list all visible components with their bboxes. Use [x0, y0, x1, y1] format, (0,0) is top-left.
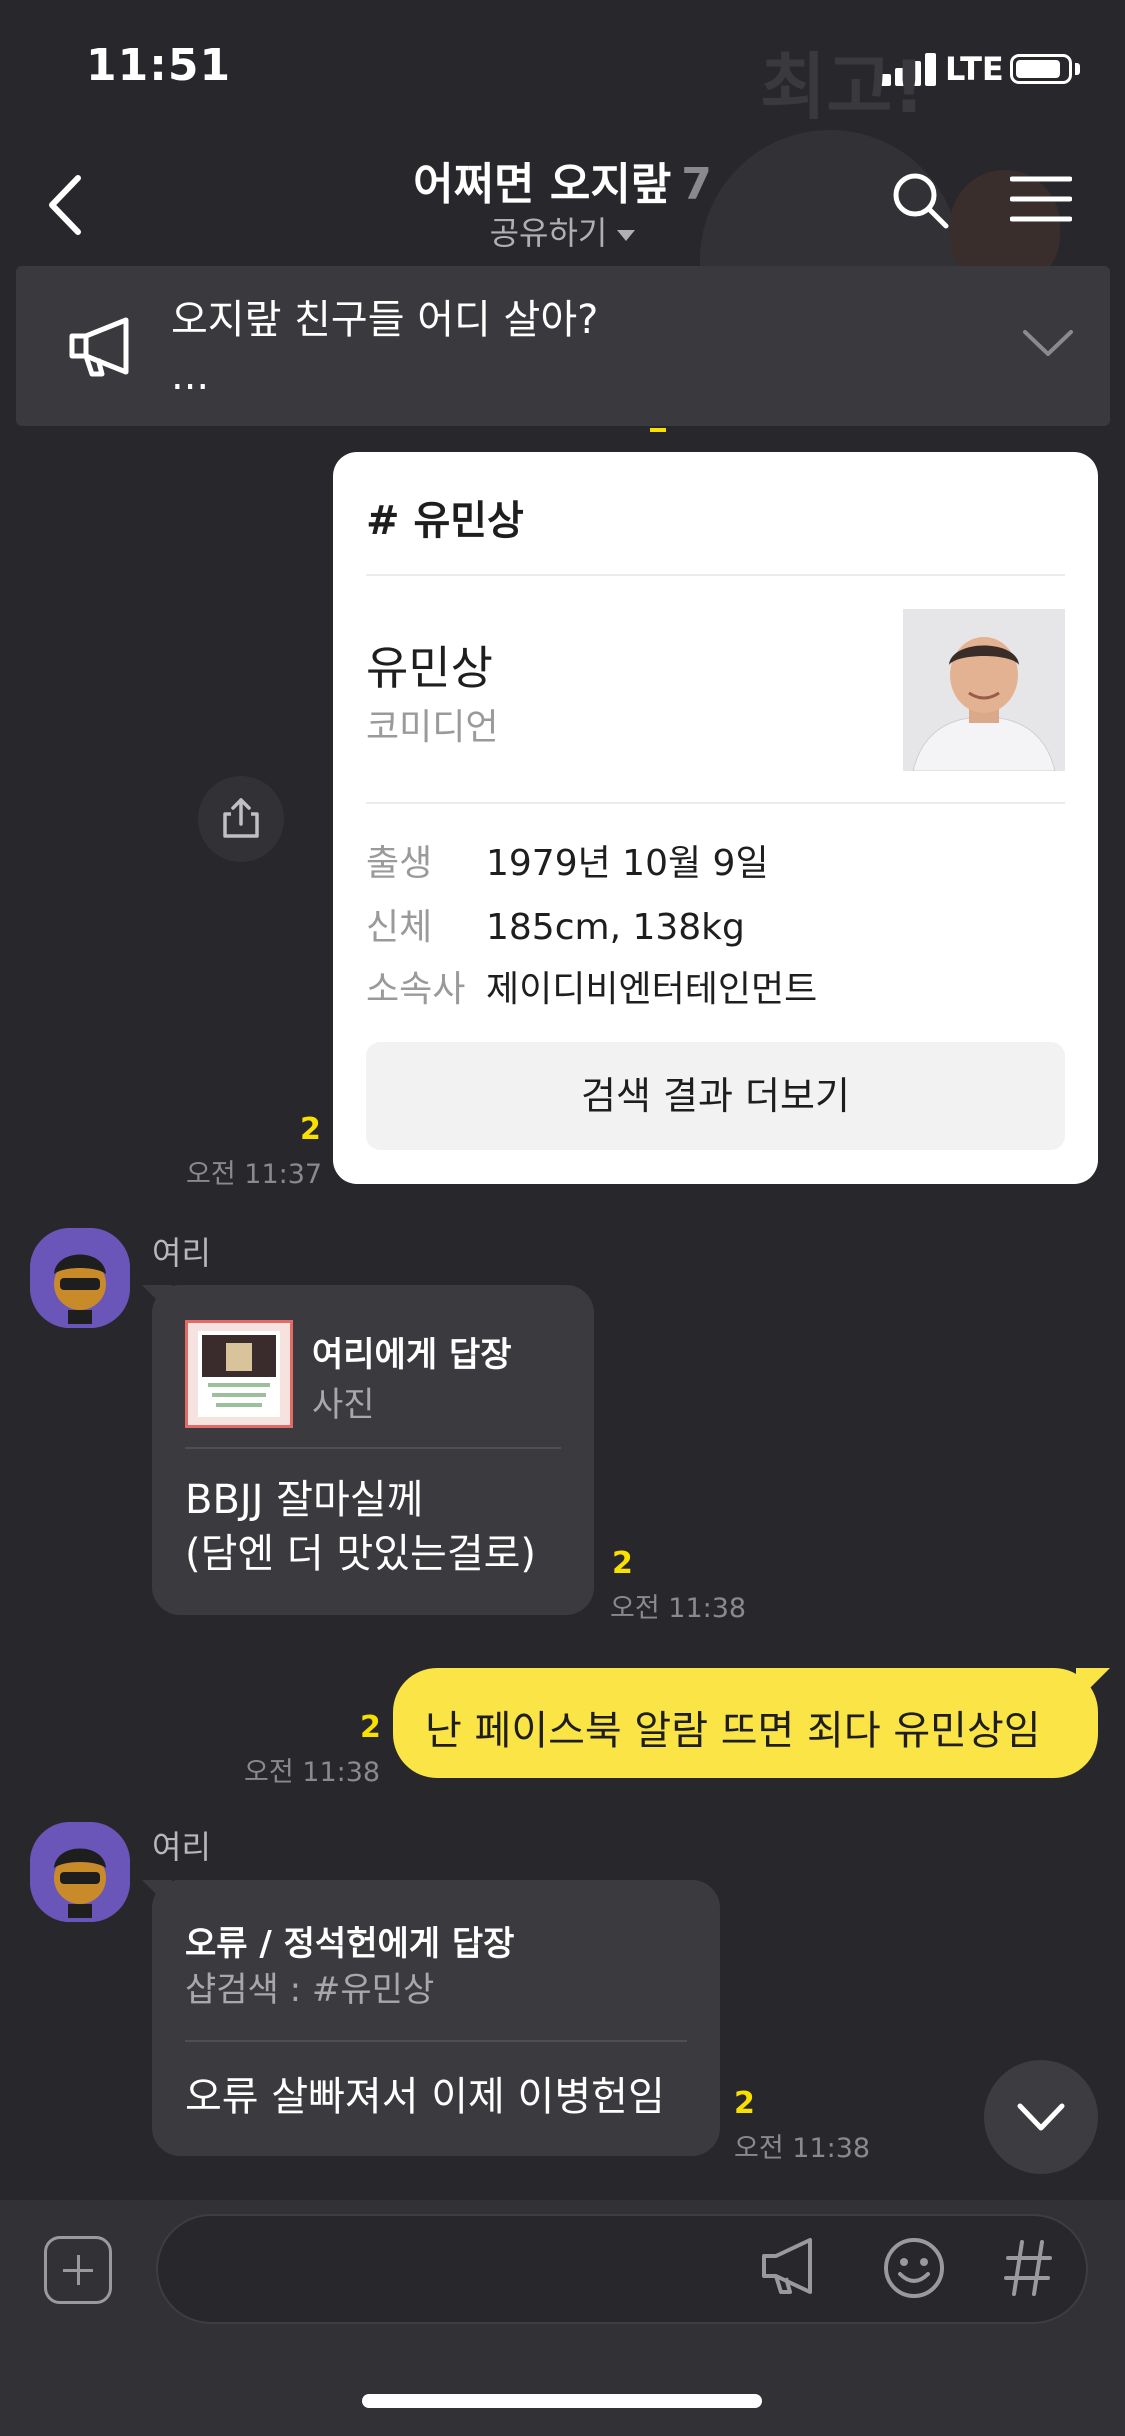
- reply-target-type: 사진: [312, 1385, 375, 1425]
- unread-count: 2: [360, 1710, 381, 1745]
- scroll-to-bottom-button[interactable]: [984, 2060, 1098, 2174]
- battery-tip: [1075, 63, 1080, 75]
- background-watermark-text: 최고!: [760, 45, 926, 129]
- battery-icon: [1010, 54, 1072, 84]
- notice-text: 오지랖 친구들 어디 살아? ...: [171, 292, 598, 404]
- info-value: 제이디비엔터테인먼트: [486, 969, 818, 1010]
- chevron-down-icon: [1017, 2103, 1065, 2131]
- info-key: 출생: [366, 843, 433, 884]
- divider: [185, 1447, 561, 1449]
- message-bubble[interactable]: 여리에게 답장 사진 BBJJ 잘마실께 (담엔 더 맛있는걸로): [142, 1285, 594, 1615]
- megaphone-icon: [69, 317, 129, 377]
- info-key: 소속사: [366, 969, 466, 1010]
- chat-room-name: 어쩌면 오지랖: [413, 159, 672, 210]
- notice-banner[interactable]: 오지랖 친구들 어디 살아? ...: [16, 266, 1110, 426]
- message-text-line: (담엔 더 맛있는걸로): [185, 1531, 537, 1577]
- bubble-tail: [142, 1285, 172, 1315]
- add-attachment-icon[interactable]: [44, 2236, 112, 2304]
- network-type: LTE: [945, 50, 1004, 88]
- sender-name: 여리: [152, 1828, 211, 1866]
- divider: [185, 2040, 687, 2042]
- divider: [366, 802, 1065, 804]
- message-text: BBJJ 잘마실께 (담엔 더 맛있는걸로): [185, 1473, 536, 1581]
- info-value: 1979년 10월 9일: [486, 843, 769, 884]
- message-time: 오전 11:38: [244, 1757, 381, 1788]
- info-key: 신체: [366, 907, 433, 948]
- message-text-line: BBJJ 잘마실께: [185, 1477, 424, 1523]
- message-time: 오전 11:38: [610, 1593, 747, 1624]
- reply-photo-thumbnail: [185, 1320, 293, 1428]
- my-message-bubble[interactable]: 난 페이스북 알람 뜨면 죄다 유민상임: [393, 1668, 1110, 1778]
- person-photo: [903, 609, 1065, 771]
- hashtag-icon[interactable]: [1004, 2238, 1052, 2298]
- caret-down-icon: [617, 229, 636, 241]
- megaphone-icon[interactable]: [758, 2234, 818, 2298]
- search-icon[interactable]: [890, 170, 950, 230]
- status-time: 11:51: [86, 40, 232, 91]
- message-input[interactable]: [156, 2214, 1088, 2324]
- reply-target-title: 여리에게 답장: [312, 1335, 512, 1375]
- notice-line-1: 오지랖 친구들 어디 살아?: [171, 297, 599, 343]
- search-result-card[interactable]: # 유민상 유민상 코미디언 출생 1979년 10월 9일 신체 185cm, 1…: [333, 452, 1098, 1184]
- unread-marker: [650, 428, 666, 432]
- hamburger-menu-icon[interactable]: [1010, 174, 1072, 224]
- chat-header: 어쩌면 오지랖 7 공유하기: [0, 130, 1125, 260]
- chat-title[interactable]: 어쩌면 오지랖 7: [0, 148, 1125, 212]
- share-dropdown[interactable]: 공유하기: [0, 208, 1125, 254]
- unread-count: 2: [734, 2086, 755, 2121]
- share-label: 공유하기: [489, 214, 608, 252]
- info-row-birth: 출생 1979년 10월 9일: [366, 834, 769, 886]
- unread-count: 2: [300, 1112, 321, 1147]
- info-row-body: 신체 185cm, 138kg: [366, 898, 745, 950]
- share-message-button[interactable]: [198, 776, 284, 862]
- info-value: 185cm, 138kg: [486, 907, 745, 948]
- bubble-tail: [142, 1880, 172, 1910]
- person-occupation: 코미디언: [366, 707, 499, 748]
- home-indicator[interactable]: [362, 2394, 762, 2408]
- message-time: 오전 11:37: [186, 1159, 323, 1190]
- reply-target-type: 샵검색 : #유민상: [185, 1970, 435, 2010]
- avatar[interactable]: [30, 1822, 130, 1922]
- sender-name: 여리: [152, 1234, 211, 1272]
- member-count: 7: [681, 159, 712, 210]
- unread-count: 2: [612, 1546, 633, 1581]
- message-time: 오전 11:38: [734, 2133, 871, 2164]
- reply-target-title: 오류 / 정석헌에게 답장: [185, 1924, 515, 1964]
- message-text: 오류 살빠져서 이제 이병헌임: [185, 2074, 665, 2120]
- share-upload-icon: [223, 798, 259, 838]
- chevron-down-icon[interactable]: [1021, 324, 1075, 360]
- divider: [366, 574, 1065, 576]
- avatar[interactable]: [30, 1228, 130, 1328]
- notice-line-2: ...: [171, 353, 210, 399]
- bubble-tail: [1076, 1668, 1110, 1702]
- message-text: 난 페이스북 알람 뜨면 죄다 유민상임: [425, 1708, 1041, 1754]
- info-row-agency: 소속사 제이디비엔터테인먼트: [366, 960, 817, 1012]
- emoticon-icon[interactable]: [882, 2236, 946, 2300]
- card-hashtag-title: # 유민상: [366, 498, 524, 544]
- status-bar: 11:51 LTE: [0, 0, 1125, 130]
- person-name: 유민상: [366, 641, 493, 695]
- message-bubble[interactable]: 오류 / 정석헌에게 답장 샵검색 : #유민상 오류 살빠져서 이제 이병헌임: [142, 1880, 720, 2156]
- more-results-button[interactable]: 검색 결과 더보기: [366, 1042, 1065, 1150]
